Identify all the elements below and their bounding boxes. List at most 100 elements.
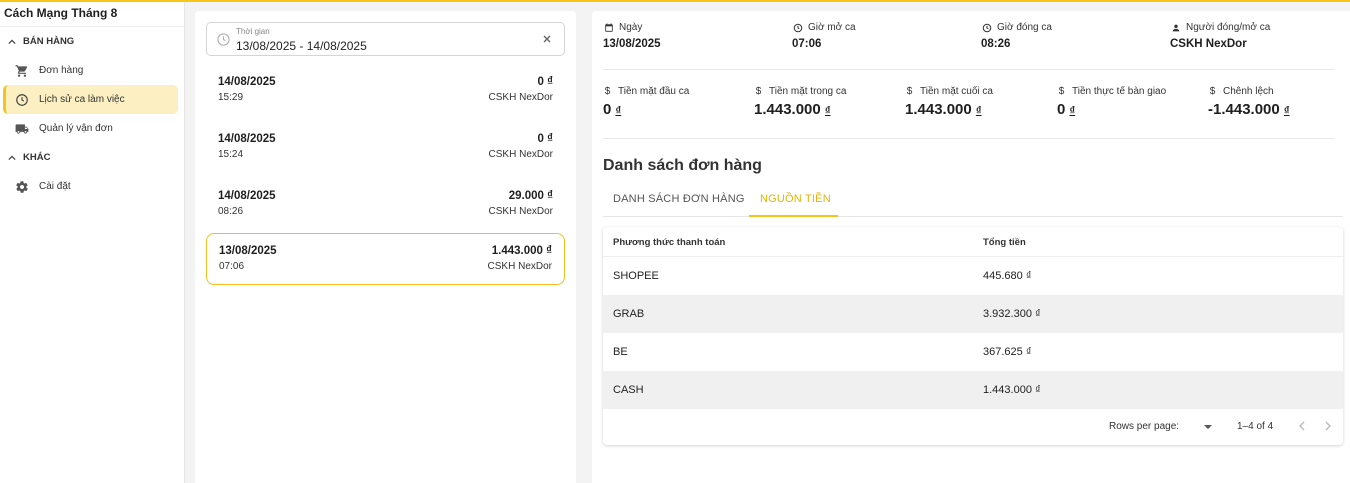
shift-time: 08:26 <box>218 206 244 217</box>
dollar-icon: $ <box>1209 86 1216 97</box>
table-row: BE 367.625 ₫ <box>603 333 1343 371</box>
sidebar-item-shipping[interactable]: Quản lý vận đơn <box>3 114 178 143</box>
shift-list-panel: Thời gian 13/08/2025 - 14/08/2025 14/08/… <box>195 11 576 483</box>
shift-date: 14/08/2025 <box>218 133 276 145</box>
cell-method: SHOPEE <box>613 270 659 282</box>
currency-symbol: ₫ <box>1283 105 1290 117</box>
cell-total: 3.932.300 ₫ <box>983 308 1041 320</box>
cell-method: GRAB <box>613 308 645 320</box>
date-range-value: 13/08/2025 - 14/08/2025 <box>236 39 367 53</box>
orders-title: Danh sách đơn hàng <box>603 157 762 174</box>
sidebar-item-label: Đơn hàng <box>39 65 84 76</box>
person-icon <box>1170 22 1181 33</box>
dollar-icon: $ <box>604 86 611 97</box>
shift-amount: 29.000 ₫ <box>508 190 553 202</box>
store-name: Cách Mạng Tháng 8 <box>0 2 184 27</box>
dollar-icon: $ <box>906 86 913 97</box>
info-value: CSKH NexDor <box>1170 38 1247 50</box>
info-value: 13/08/2025 <box>603 38 661 50</box>
cash-handover: $ Tiền thực tế bàn giao 0 ₫ <box>1057 86 1166 118</box>
cart-icon <box>15 64 29 78</box>
info-date: Ngày 13/08/2025 <box>603 22 661 50</box>
currency-symbol: ₫ <box>615 105 622 117</box>
info-label: Người đóng/mở ca <box>1186 22 1271 33</box>
date-range-label: Thời gian <box>236 27 270 36</box>
chevron-right-icon[interactable] <box>1321 419 1335 433</box>
column-header-method[interactable]: Phương thức thanh toán <box>613 237 725 248</box>
shift-detail-panel: Ngày 13/08/2025 Giờ mở ca 07:06 Giờ đóng… <box>592 11 1350 483</box>
shift-date: 13/08/2025 <box>219 245 277 257</box>
sidebar-item-settings[interactable]: Cài đặt <box>3 172 178 201</box>
clock-icon <box>981 22 992 33</box>
shift-amount: 0 ₫ <box>537 76 554 88</box>
sidebar-item-shift-history[interactable]: Lịch sử ca làm việc <box>3 85 178 114</box>
table-row: SHOPEE 445.680 ₫ <box>603 257 1343 295</box>
info-value: 08:26 <box>981 38 1011 50</box>
cell-total: 445.680 ₫ <box>983 270 1032 282</box>
cash-label: Tiền mặt cuối ca <box>920 86 993 97</box>
cash-value: 1.443.000 <box>754 101 821 118</box>
table-row: GRAB 3.932.300 ₫ <box>603 295 1343 333</box>
date-range-field[interactable]: Thời gian 13/08/2025 - 14/08/2025 <box>206 22 565 56</box>
rows-per-page-label: Rows per page: <box>1109 421 1180 432</box>
cash-opening: $ Tiền mặt đầu ca 0 ₫ <box>603 86 689 118</box>
shift-time: 15:29 <box>218 92 244 103</box>
currency-symbol: ₫ <box>1069 105 1076 117</box>
section-ban-hang[interactable]: BÁN HÀNG <box>0 27 184 56</box>
truck-icon <box>15 122 29 136</box>
chevron-up-icon <box>8 155 16 160</box>
cash-label: Tiền mặt trong ca <box>769 86 847 97</box>
sidebar-item-label: Quản lý vận đơn <box>39 123 113 134</box>
chevron-up-icon <box>8 39 16 44</box>
active-tab-indicator <box>749 215 838 217</box>
page-range: 1–4 of 4 <box>1237 421 1274 432</box>
shift-user: CSKH NexDor <box>487 261 552 272</box>
info-label: Ngày <box>619 22 643 33</box>
info-value: 07:06 <box>792 38 822 50</box>
dollar-icon: $ <box>1058 86 1065 97</box>
close-icon[interactable] <box>541 33 553 45</box>
info-label: Giờ mở ca <box>808 22 856 33</box>
table-header: Phương thức thanh toán Tổng tiền <box>603 227 1343 257</box>
shift-date: 14/08/2025 <box>218 190 276 202</box>
clock-icon <box>15 93 29 107</box>
section-label: BÁN HÀNG <box>23 36 75 47</box>
calendar-icon <box>603 22 614 33</box>
info-close-time: Giờ đóng ca 08:26 <box>981 22 1052 50</box>
clock-icon <box>792 22 803 33</box>
cash-value: 0 <box>1057 101 1066 118</box>
shift-item[interactable]: 14/08/2025 15:24 0 ₫ CSKH NexDor <box>206 122 565 174</box>
chevron-left-icon[interactable] <box>1295 419 1309 433</box>
sidebar-item-label: Cài đặt <box>39 181 71 192</box>
section-khac[interactable]: KHÁC <box>0 143 184 172</box>
currency-symbol: ₫ <box>975 105 982 117</box>
cash-value: 1.443.000 <box>905 101 972 118</box>
rows-per-page-select[interactable] <box>1204 425 1212 429</box>
sidebar-item-orders[interactable]: Đơn hàng <box>3 56 178 85</box>
section-label: KHÁC <box>23 152 51 163</box>
column-header-total[interactable]: Tổng tiền <box>983 237 1026 248</box>
shift-item-selected[interactable]: 13/08/2025 07:06 1.443.000 ₫ CSKH NexDor <box>206 233 565 285</box>
dollar-icon: $ <box>755 86 762 97</box>
table-pagination: Rows per page: 1–4 of 4 <box>603 410 1343 440</box>
tab-payment-sources[interactable]: NGUỒN TIỀN <box>760 193 831 205</box>
shift-time: 15:24 <box>218 149 244 160</box>
shift-item[interactable]: 14/08/2025 08:26 29.000 ₫ CSKH NexDor <box>206 179 565 231</box>
shift-user: CSKH NexDor <box>488 206 553 217</box>
payment-table: Phương thức thanh toán Tổng tiền SHOPEE … <box>603 227 1343 445</box>
info-open-time: Giờ mở ca 07:06 <box>792 22 856 50</box>
divider <box>603 69 1334 70</box>
sidebar: Cách Mạng Tháng 8 BÁN HÀNG Đơn hàng Lịch… <box>0 2 185 483</box>
cash-label: Tiền thực tế bàn giao <box>1072 86 1167 97</box>
cell-method: CASH <box>613 384 644 396</box>
cash-label: Tiền mặt đầu ca <box>618 86 690 97</box>
currency-symbol: ₫ <box>824 105 831 117</box>
shift-item[interactable]: 14/08/2025 15:29 0 ₫ CSKH NexDor <box>206 65 565 117</box>
cell-total: 1.443.000 ₫ <box>983 384 1041 396</box>
tab-order-list[interactable]: DANH SÁCH ĐƠN HÀNG <box>613 193 745 205</box>
shift-user: CSKH NexDor <box>488 92 553 103</box>
cash-value: 0 <box>603 101 612 118</box>
cell-method: BE <box>613 346 628 358</box>
shift-amount: 0 ₫ <box>537 133 554 145</box>
table-row: CASH 1.443.000 ₫ <box>603 371 1343 409</box>
